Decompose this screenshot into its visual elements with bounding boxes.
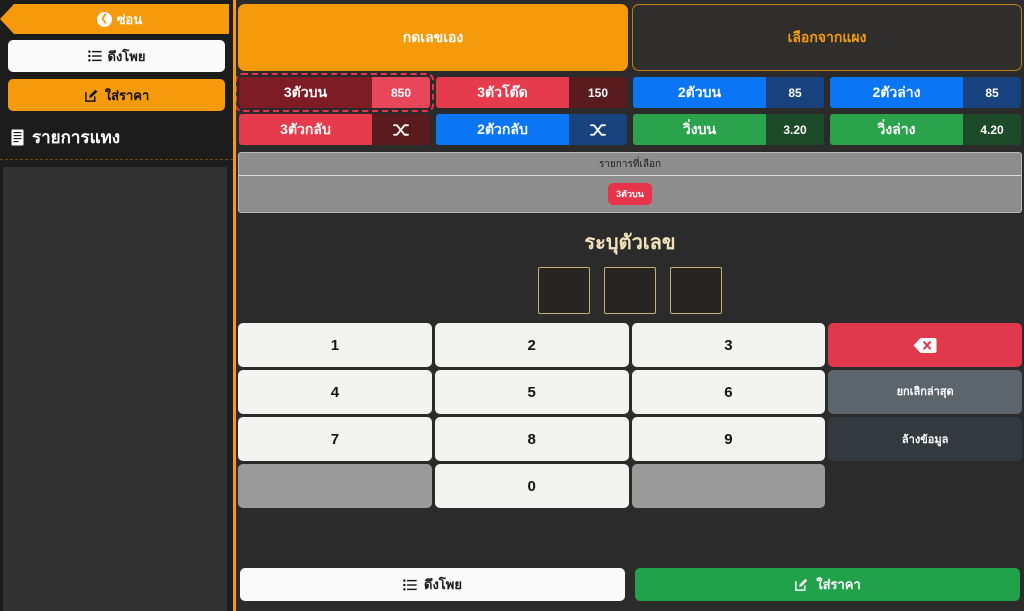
bet-type-3-reverse[interactable]: 3ตัวกลับ — [238, 113, 431, 146]
key-2[interactable]: 2 — [434, 323, 629, 367]
bet-type-3-tode-payout: 150 — [569, 77, 627, 108]
sidebar-set-price-label: ใส่ราคา — [104, 87, 150, 103]
bet-type-3-reverse-shuffle — [372, 114, 430, 145]
hide-panel-label: ซ่อน — [116, 11, 143, 27]
shuffle-icon — [589, 123, 607, 137]
sidebar: ❮ ซ่อน ดึงโพย ใส่ราคา รายการแทง — [0, 0, 236, 611]
tab-panel-select-label: เลือกจากแผง — [787, 28, 867, 45]
bet-type-3-top-payout: 850 — [372, 77, 430, 108]
selected-item-chip[interactable]: 3ตัวบน — [608, 183, 652, 205]
list-icon — [87, 49, 102, 63]
bet-type-2-top-payout: 85 — [766, 77, 824, 108]
bet-type-3-top[interactable]: 3ตัวบน 850 — [235, 73, 434, 112]
key-clear-all[interactable]: ล้างข้อมูล — [828, 417, 1022, 461]
bet-type-run-top[interactable]: วิ่งบน 3.20 — [632, 113, 825, 146]
digit-input-3[interactable] — [670, 267, 722, 314]
mode-tabs: กดเลขเอง เลือกจากแผง — [236, 4, 1024, 71]
bet-type-2-reverse-label: 2ตัวกลับ — [436, 114, 569, 145]
key-blank-left — [238, 464, 432, 508]
bet-type-run-top-payout: 3.20 — [766, 114, 824, 145]
shuffle-icon — [392, 123, 410, 137]
key-empty-slot — [828, 464, 1022, 508]
footer-set-price-button[interactable]: ใส่ราคา — [635, 568, 1020, 601]
key-5[interactable]: 5 — [434, 370, 629, 414]
footer-actions: ดึงโพย ใส่ราคา — [236, 568, 1024, 611]
key-blank-right — [631, 464, 826, 508]
bet-list-container[interactable] — [3, 167, 227, 611]
receipt-icon — [10, 129, 25, 146]
footer-set-price-label: ใส่ราคา — [816, 577, 861, 592]
backspace-icon — [913, 337, 937, 354]
bet-type-2-top-label: 2ตัวบน — [633, 77, 766, 108]
tab-manual-entry-label: กดเลขเอง — [402, 28, 464, 45]
footer-draw-slip-button[interactable]: ดึงโพย — [240, 568, 625, 601]
bet-type-3-top-label: 3ตัวบน — [239, 77, 372, 108]
selected-items-bar: รายการที่เลือก 3ตัวบน — [238, 152, 1022, 213]
key-9[interactable]: 9 — [631, 417, 826, 461]
key-1[interactable]: 1 — [238, 323, 432, 367]
number-entry-title: ระบุตัวเลข — [584, 232, 676, 254]
bet-type-3-reverse-label: 3ตัวกลับ — [239, 114, 372, 145]
key-8[interactable]: 8 — [434, 417, 629, 461]
edit-square-icon — [794, 577, 809, 592]
digit-input-1[interactable] — [538, 267, 590, 314]
chevron-left-circle-icon: ❮ — [96, 11, 112, 27]
tab-manual-entry[interactable]: กดเลขเอง — [238, 4, 628, 71]
numeric-keypad: 1 2 3 4 5 6 ยกเลิก ล่าสุด 7 8 9 ล้างข้อมู… — [236, 314, 1024, 508]
app-root: ❮ ซ่อน ดึงโพย ใส่ราคา รายการแทง กดเลขเอง… — [0, 0, 1024, 611]
key-3[interactable]: 3 — [631, 323, 826, 367]
edit-square-icon — [84, 88, 99, 103]
bet-type-run-top-label: วิ่งบน — [633, 114, 766, 145]
bet-type-2-bottom-label: 2ตัวล่าง — [830, 77, 963, 108]
bet-type-run-bottom-label: วิ่งล่าง — [830, 114, 963, 145]
key-backspace[interactable] — [828, 323, 1022, 367]
key-undo-last[interactable]: ยกเลิก ล่าสุด — [828, 370, 1022, 414]
sidebar-section-header: รายการแทง — [0, 118, 233, 160]
digit-input-2[interactable] — [604, 267, 656, 314]
bet-type-2-reverse-shuffle — [569, 114, 627, 145]
bet-type-run-bottom-payout: 4.20 — [963, 114, 1021, 145]
bet-type-2-top[interactable]: 2ตัวบน 85 — [632, 76, 825, 109]
bet-type-run-bottom[interactable]: วิ่งล่าง 4.20 — [829, 113, 1022, 146]
footer-draw-slip-label: ดึงโพย — [424, 577, 462, 592]
key-7[interactable]: 7 — [238, 417, 432, 461]
key-4[interactable]: 4 — [238, 370, 432, 414]
bet-type-2-bottom[interactable]: 2ตัวล่าง 85 — [829, 76, 1022, 109]
bet-type-3-tode[interactable]: 3ตัวโต๊ด 150 — [435, 76, 628, 109]
tab-panel-select[interactable]: เลือกจากแผง — [632, 4, 1022, 71]
main-panel: กดเลขเอง เลือกจากแผง 3ตัวบน 850 3ตัวโต๊ด… — [235, 0, 1024, 611]
bet-type-2-reverse[interactable]: 2ตัวกลับ — [435, 113, 628, 146]
selected-items-header: รายการที่เลือก — [239, 153, 1021, 176]
bet-type-3-tode-label: 3ตัวโต๊ด — [436, 77, 569, 108]
list-icon — [403, 578, 417, 592]
sidebar-set-price-button[interactable]: ใส่ราคา — [8, 79, 225, 111]
hide-panel-button[interactable]: ❮ ซ่อน — [0, 4, 229, 34]
sidebar-draw-slip-button[interactable]: ดึงโพย — [8, 40, 225, 72]
key-6[interactable]: 6 — [631, 370, 826, 414]
digit-input-group — [236, 267, 1024, 314]
sidebar-section-title: รายการแทง — [32, 128, 121, 147]
sidebar-draw-slip-label: ดึงโพย — [107, 48, 146, 64]
bet-type-grid: 3ตัวบน 850 3ตัวโต๊ด 150 2ตัวบน 85 2ตัวล่… — [235, 71, 1024, 146]
selected-items-body: 3ตัวบน — [239, 176, 1021, 212]
bet-type-2-bottom-payout: 85 — [963, 77, 1021, 108]
key-0[interactable]: 0 — [434, 464, 629, 508]
